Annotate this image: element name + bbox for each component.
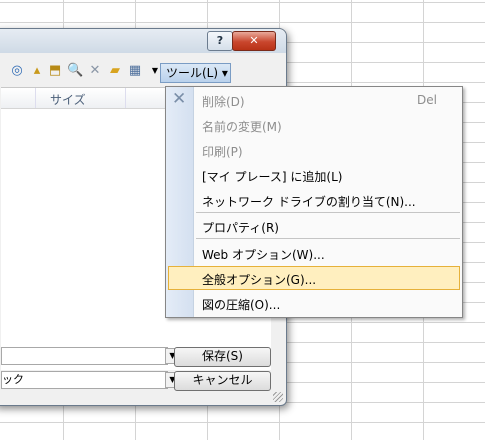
title-bar: ? ✕ [0, 29, 286, 53]
menu-separator [196, 238, 460, 239]
up-folder-icon[interactable]: ⬒ [47, 63, 63, 79]
back-icon[interactable]: ◎ [9, 63, 25, 79]
menu-item-general-options[interactable]: 全般オプション(G)... [166, 266, 462, 290]
menu-item-label: 全般オプション(G)... [202, 273, 317, 287]
menu-item-properties[interactable]: プロパティ(R) [166, 214, 462, 238]
menu-item-shortcut: Del [417, 93, 437, 107]
cancel-button[interactable]: キャンセル [174, 371, 271, 391]
menu-item-web-options[interactable]: Web オプション(W)... [166, 241, 462, 265]
menu-item-add-to-my-places[interactable]: [マイ プレース] に追加(L) [166, 163, 462, 187]
column-size-header[interactable]: サイズ [50, 91, 86, 108]
menu-item-delete[interactable]: ✕ 削除(D) Del [166, 88, 462, 112]
views-icon[interactable]: ▦ [127, 63, 143, 79]
tools-menu-button[interactable]: ツール(L) ▾ [160, 63, 231, 83]
menu-item-label: 削除(D) [202, 95, 245, 109]
save-button[interactable]: 保存(S) [174, 347, 271, 367]
filename-field[interactable] [1, 347, 168, 365]
column-divider[interactable] [35, 88, 36, 108]
menu-item-label: 名前の変更(M) [202, 120, 282, 134]
resize-grip[interactable] [273, 392, 283, 402]
menu-item-rename[interactable]: 名前の変更(M) [166, 113, 462, 137]
tools-dropdown-menu: ✕ 削除(D) Del 名前の変更(M) 印刷(P) [マイ プレース] に追加… [165, 86, 463, 318]
menu-item-label: Web オプション(W)... [202, 248, 325, 262]
filetype-field[interactable]: ック [1, 371, 168, 389]
menu-item-label: ネットワーク ドライブの割り当て(N)... [202, 195, 416, 209]
new-folder-icon[interactable]: ▰ [107, 63, 123, 79]
delete-icon: ✕ [172, 89, 187, 109]
help-button[interactable]: ? [207, 31, 233, 51]
menu-item-label: [マイ プレース] に追加(L) [202, 170, 343, 184]
menu-item-map-network-drive[interactable]: ネットワーク ドライブの割り当て(N)... [166, 188, 462, 212]
column-divider[interactable] [125, 88, 126, 108]
menu-item-print[interactable]: 印刷(P) [166, 138, 462, 162]
search-web-icon[interactable]: 🔍 [67, 63, 83, 79]
delete-icon[interactable]: ✕ [87, 63, 103, 79]
menu-item-compress-pictures[interactable]: 図の圧縮(O)... [166, 291, 462, 315]
close-button[interactable]: ✕ [232, 31, 276, 51]
menu-item-label: 印刷(P) [202, 145, 243, 159]
menu-separator [196, 212, 460, 213]
menu-item-label: 図の圧縮(O)... [202, 298, 281, 312]
menu-item-label: プロパティ(R) [202, 221, 279, 235]
up-folder-icon[interactable]: ▴ [29, 63, 45, 79]
